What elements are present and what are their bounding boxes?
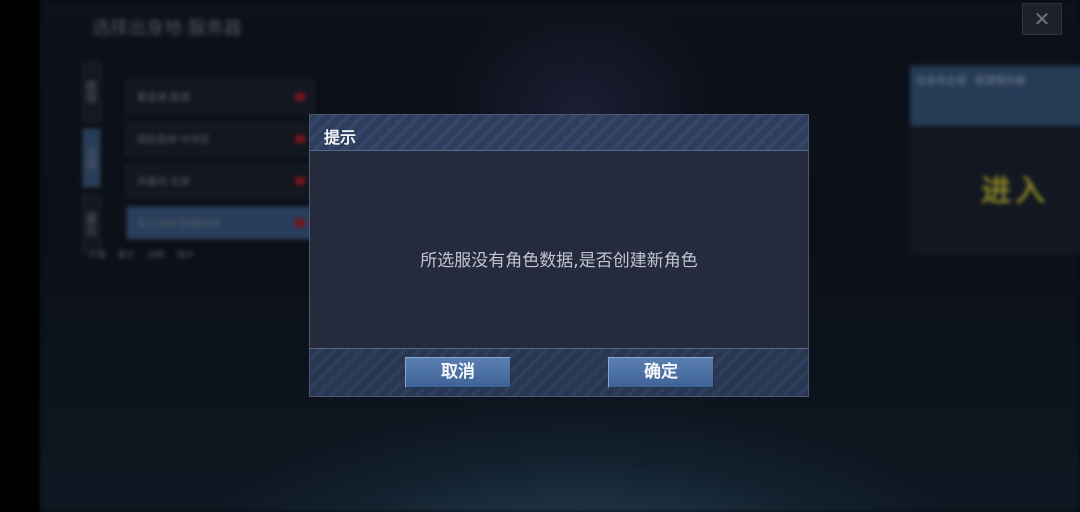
dialog-title: 提示 bbox=[324, 128, 357, 147]
dialog-header: 提示 bbox=[310, 115, 808, 151]
prompt-dialog: 提示 所选服没有角色数据,是否创建新角色 取消 确定 bbox=[309, 114, 809, 397]
dialog-message: 所选服没有角色数据,是否创建新角色 bbox=[420, 251, 698, 271]
cancel-button[interactable]: 取消 bbox=[405, 357, 511, 388]
dialog-body: 所选服没有角色数据,是否创建新角色 bbox=[310, 151, 808, 348]
confirm-button[interactable]: 确定 bbox=[608, 357, 714, 388]
dialog-footer: 取消 确定 bbox=[310, 348, 808, 396]
